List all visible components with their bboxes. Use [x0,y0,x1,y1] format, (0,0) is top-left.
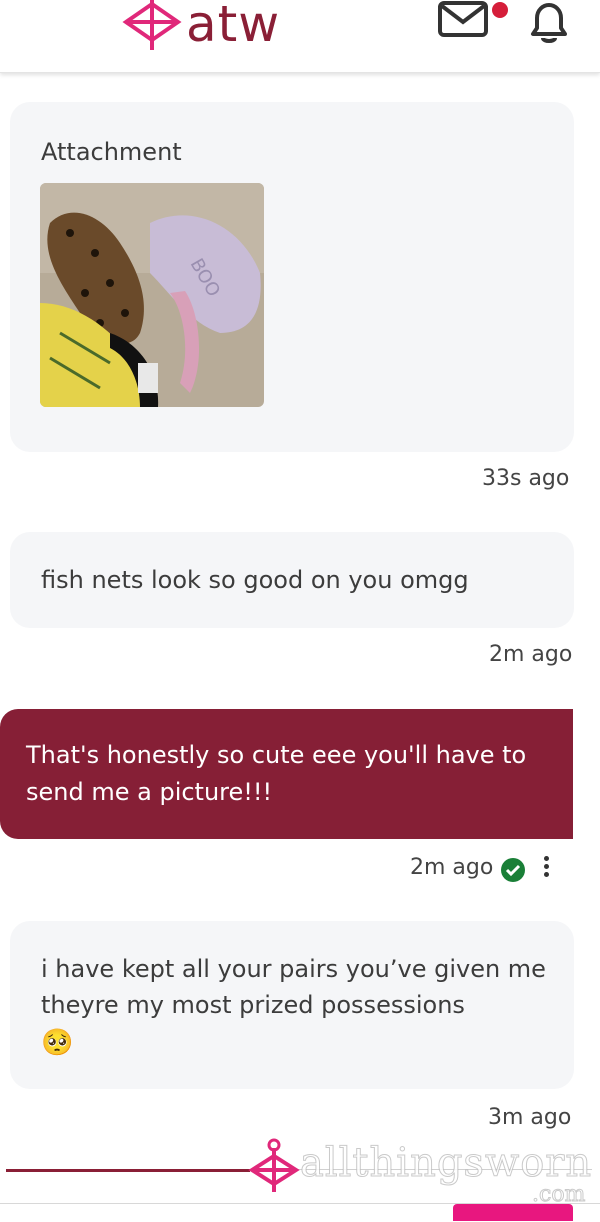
notification-dot [492,2,508,18]
mail-icon[interactable] [436,0,492,40]
brand-name: atw [186,0,281,53]
message-time: 2m ago [489,642,573,667]
message-bubble-outgoing: That's honestly so cute eee you'll have … [0,709,573,839]
attachment-image[interactable]: BOO [40,183,264,407]
attachment-label: Attachment [41,138,182,166]
message-text: fish nets look so good on you omgg [41,566,469,594]
footer-divider [6,1169,250,1172]
message-text: That's honestly so cute eee you'll have … [26,741,527,806]
watermark-logo-icon [248,1138,300,1192]
message-text: i have kept all your pairs you’ve given … [41,955,546,1019]
bell-icon[interactable] [525,0,573,46]
send-button[interactable] [453,1204,573,1221]
logo-icon [122,0,182,50]
watermark-text: allthingsworn [299,1140,593,1187]
message-bubble-incoming: fish nets look so good on you omgg [10,532,574,628]
message-time: 3m ago [488,1105,572,1130]
message-options-icon[interactable] [544,856,550,880]
read-check-icon [501,858,525,882]
message-time: 2m ago [410,855,494,880]
message-time: 33s ago [482,466,570,491]
app-header: atw [0,0,600,73]
message-emoji: 🥺 [41,1028,74,1058]
brand-logo[interactable]: atw [122,0,280,54]
message-bubble-incoming: i have kept all your pairs you’ve given … [10,921,574,1089]
